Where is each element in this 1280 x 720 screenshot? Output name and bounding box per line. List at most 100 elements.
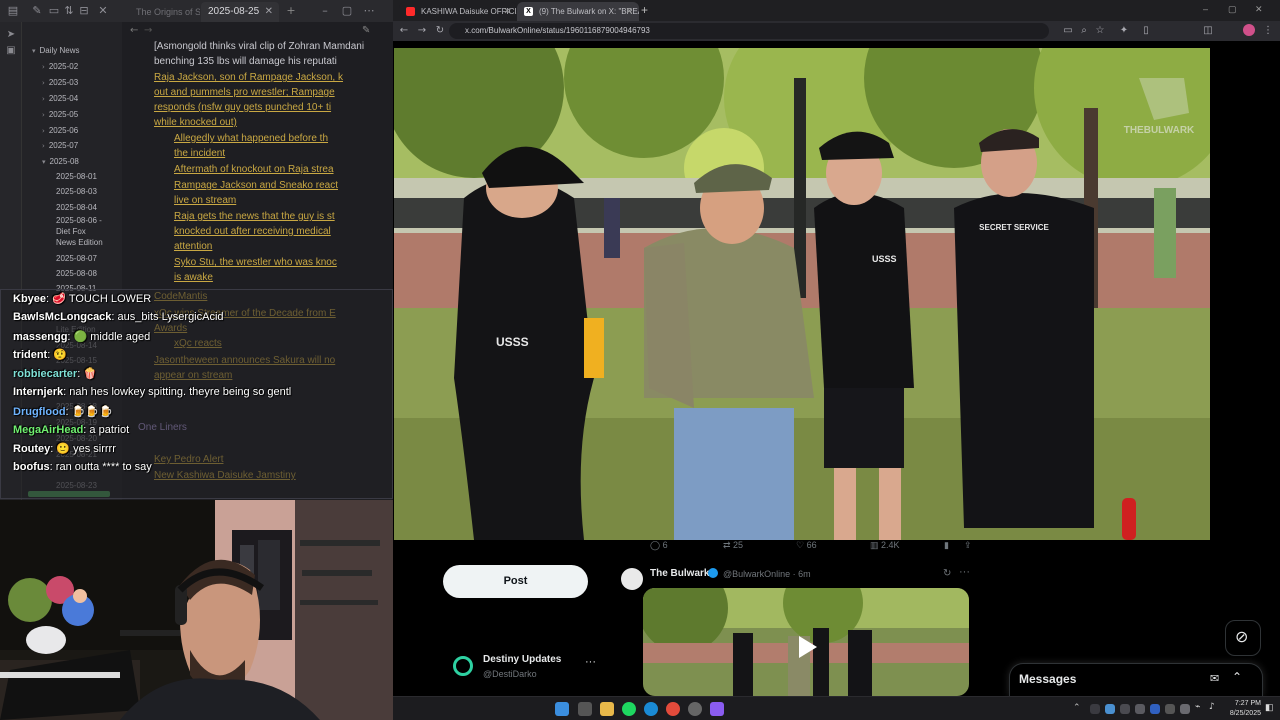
note-link[interactable]: the incident <box>174 146 225 161</box>
file-explorer-icon[interactable] <box>600 702 614 716</box>
tweet-card[interactable]: The Bulwark @BulwarkOnline · 6m ↻ ··· <box>619 562 989 696</box>
note-link[interactable]: Syko Stu, the wrestler who was knoc <box>174 255 337 270</box>
chat-username[interactable]: Drugflood <box>13 406 66 418</box>
chevron-right-icon[interactable]: › <box>42 63 45 71</box>
tab-2025-08-25[interactable]: 2025-08-25 ✕ <box>201 2 279 22</box>
chevron-down-icon[interactable]: ▾ <box>32 47 36 55</box>
reload-icon[interactable]: ↻ <box>433 24 447 38</box>
reply-action[interactable]: ◯ 6 <box>650 540 668 551</box>
tray-app-icon[interactable] <box>1165 704 1175 714</box>
repost-action[interactable]: ⇄ 25 <box>723 540 743 551</box>
note-link[interactable]: knocked out after receiving medical <box>174 224 331 239</box>
forward-icon[interactable]: → <box>415 24 429 38</box>
tab-kashiwa[interactable]: KASHIWA Daisuke OFFICIAL Ch ✕ <box>399 2 517 21</box>
post-button[interactable]: Post <box>443 565 588 598</box>
expand-icon[interactable]: ⌃ <box>1232 670 1242 684</box>
chat-username[interactable]: boofus <box>13 461 50 473</box>
box-icon[interactable]: ▣ <box>4 44 18 58</box>
chat-username[interactable]: Internjerk <box>13 386 63 398</box>
note-link[interactable]: live on stream <box>174 193 236 208</box>
chevron-right-icon[interactable]: › <box>42 111 45 119</box>
note-link[interactable]: Aftermath of knockout on Raja strea <box>174 162 334 177</box>
tree-item[interactable]: › 2025-05 <box>42 110 78 119</box>
extension-icon[interactable]: ✦ <box>1117 24 1131 38</box>
tab-origins[interactable]: The Origins of S <box>128 2 200 22</box>
network-icon[interactable]: ⌁ <box>1195 702 1200 712</box>
tray-chevron-icon[interactable]: ⌃ <box>1073 702 1081 713</box>
note-link[interactable]: out and pummels pro wrestler; Rampage <box>154 85 335 100</box>
new-tab-icon[interactable]: + <box>284 4 298 18</box>
tree-item[interactable]: ▾ Daily News <box>32 46 80 55</box>
bookmark-star-icon[interactable]: ☆ <box>1093 24 1107 38</box>
back-icon[interactable]: ← <box>397 24 411 38</box>
tree-item[interactable]: 2025-08-04 <box>56 203 97 212</box>
chevron-right-icon[interactable]: › <box>42 95 45 103</box>
note-link[interactable]: responds (nsfw guy gets punched 10+ ti <box>154 100 331 115</box>
tweet-video-thumbnail[interactable] <box>643 588 969 696</box>
obsidian-icon[interactable] <box>710 702 724 716</box>
profile-avatar[interactable] <box>1243 24 1255 36</box>
volume-icon[interactable]: ♪ <box>1209 702 1215 712</box>
close-tab-icon[interactable]: ✕ <box>625 2 633 21</box>
bookmark-icon[interactable]: ▮ <box>944 540 949 551</box>
more-options-icon[interactable]: ··· <box>585 656 596 668</box>
zoom-icon[interactable]: ⌕ <box>1077 24 1091 38</box>
chat-username[interactable]: BawlsMcLongcack <box>13 311 111 323</box>
chat-username[interactable]: MegaAirHead <box>13 424 83 436</box>
tray-app-icon[interactable] <box>1135 704 1145 714</box>
tray-app-icon[interactable] <box>1090 704 1100 714</box>
tree-item[interactable]: 2025-08-06 - <box>56 216 102 225</box>
tree-item[interactable]: 2025-08-01 <box>56 172 97 181</box>
note-link[interactable]: Allegedly what happened before th <box>174 131 328 146</box>
tray-app-icon[interactable] <box>1150 704 1160 714</box>
folder-icon[interactable]: ▭ <box>47 4 61 18</box>
note-link[interactable]: Rampage Jackson and Sneako react <box>174 178 338 193</box>
send-icon[interactable]: ➤ <box>4 28 18 42</box>
tree-item[interactable]: › 2025-03 <box>42 78 78 87</box>
account-switcher[interactable]: Destiny Updates @DestiDarko ··· <box>453 652 603 686</box>
edge-icon[interactable] <box>644 702 658 716</box>
close-tab-icon[interactable]: ✕ <box>503 2 511 21</box>
like-action[interactable]: ♡ 66 <box>796 540 817 551</box>
sidebar-toggle-icon[interactable]: ▤ <box>6 4 20 18</box>
obs-icon[interactable] <box>688 702 702 716</box>
chevron-right-icon[interactable]: › <box>42 79 45 87</box>
new-message-icon[interactable]: ✉ <box>1210 672 1219 685</box>
maximize-icon[interactable]: ▢ <box>340 4 354 18</box>
note-link[interactable]: Raja Jackson, son of Rampage Jackson, k <box>154 70 343 85</box>
chevron-right-icon[interactable]: › <box>42 142 45 150</box>
tab-bulwark[interactable]: X (9) The Bulwark on X: "BREA ✕ <box>517 2 639 21</box>
more-options-icon[interactable]: ··· <box>959 566 970 578</box>
pencil-icon[interactable]: ✎ <box>362 25 370 36</box>
tree-item[interactable]: 2025-08-07 <box>56 254 97 263</box>
note-link[interactable]: is awake <box>174 270 213 285</box>
back-arrow-icon[interactable]: ← <box>130 25 138 36</box>
chevron-down-icon[interactable]: ▾ <box>42 158 46 166</box>
tray-app-icon[interactable] <box>1105 704 1115 714</box>
chat-username[interactable]: massengg <box>13 331 67 343</box>
minimize-icon[interactable]: – <box>318 4 332 18</box>
messages-drawer[interactable]: Messages ✉ ⌃ <box>1009 663 1263 696</box>
notification-icon[interactable]: ◧ <box>1265 702 1274 713</box>
task-view-icon[interactable] <box>578 702 592 716</box>
grok-icon[interactable]: ↻ <box>943 568 951 579</box>
menu-icon[interactable]: ⋮ <box>1261 24 1275 38</box>
sidebar-icon[interactable]: ◫ <box>1201 24 1215 38</box>
maximize-icon[interactable]: ▢ <box>1228 4 1237 15</box>
chevron-right-icon[interactable]: › <box>42 127 45 135</box>
tray-app-icon[interactable] <box>1120 704 1130 714</box>
close-window-icon[interactable]: ✕ <box>1255 4 1263 15</box>
chat-username[interactable]: trident <box>13 349 47 361</box>
spotify-icon[interactable] <box>622 702 636 716</box>
tray-app-icon[interactable] <box>1180 704 1190 714</box>
more-icon[interactable]: ⋯ <box>362 4 376 18</box>
note-link[interactable]: Raja gets the news that the guy is st <box>174 209 335 224</box>
trash-icon[interactable]: ▯ <box>1139 24 1153 38</box>
tree-item[interactable]: Diet Fox <box>56 227 86 236</box>
chat-username[interactable]: robbiecarter <box>13 368 77 380</box>
tree-item[interactable]: ▾ 2025-08 <box>42 157 79 166</box>
chat-username[interactable]: Kbyee <box>13 293 46 305</box>
tree-item[interactable]: 2025-08-08 <box>56 269 97 278</box>
tree-item[interactable]: 2025-08-03 <box>56 187 97 196</box>
note-link[interactable]: while knocked out) <box>154 115 237 130</box>
